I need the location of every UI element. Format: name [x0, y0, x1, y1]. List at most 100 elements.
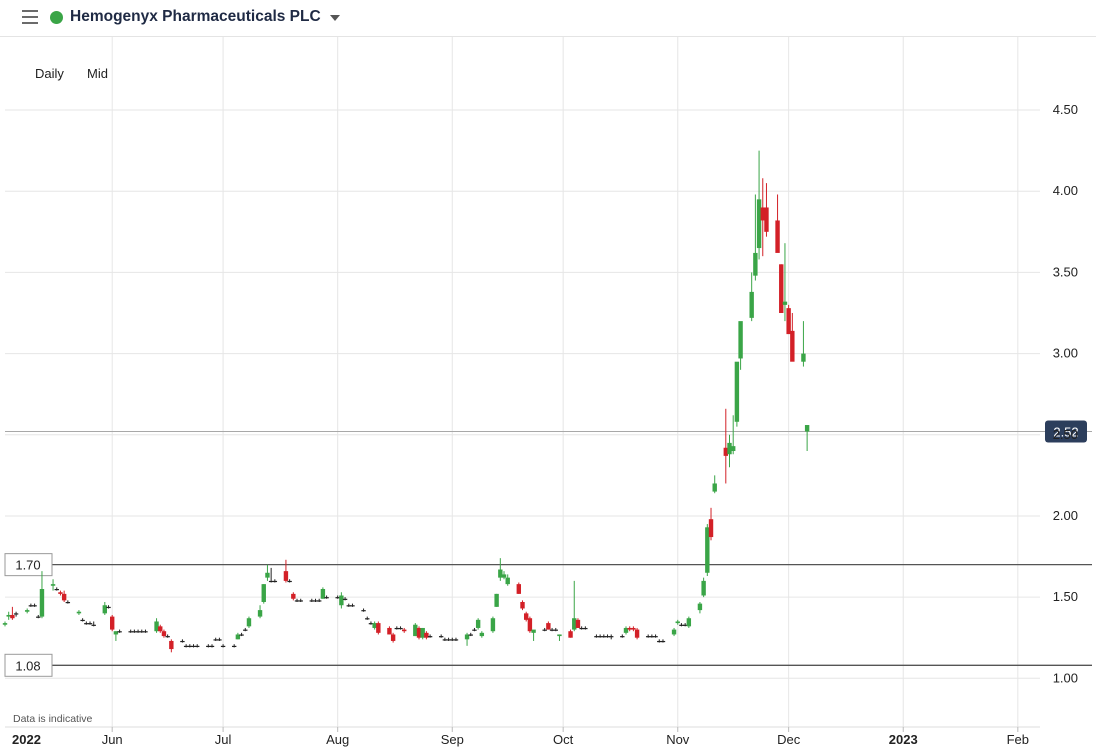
candle-body: [427, 636, 433, 638]
candle-body: [298, 600, 303, 602]
candle-body: [438, 636, 444, 638]
candle-body: [365, 618, 370, 620]
candle-body: [653, 636, 658, 638]
candle-body: [568, 631, 573, 638]
candle-body: [756, 199, 762, 249]
candle-body: [39, 589, 45, 617]
candle-body: [272, 580, 278, 583]
candle-body: [801, 353, 806, 362]
y-tick-label: 3.00: [1053, 346, 1078, 361]
candle-body: [87, 623, 93, 625]
top-bar: Hemogenyx Pharmaceuticals PLC: [0, 0, 1096, 37]
candle-body: [453, 639, 459, 641]
candle-body: [402, 629, 407, 632]
candle-body: [472, 629, 477, 631]
caret-down-icon[interactable]: [330, 15, 340, 21]
candle-body: [143, 631, 148, 633]
candle-body: [32, 605, 37, 607]
candle-body: [779, 264, 784, 313]
candle-body: [398, 627, 403, 630]
candle-body: [24, 610, 30, 612]
candle-body: [339, 595, 344, 606]
hamburger-menu-icon[interactable]: [22, 10, 38, 24]
candle-body: [575, 619, 581, 628]
candle-body: [387, 627, 392, 635]
indicative-data-note: Data is indicative: [13, 713, 93, 725]
candle-body: [91, 624, 96, 626]
candle-body: [195, 645, 200, 648]
candle-body: [660, 640, 666, 643]
candle-body: [316, 600, 322, 602]
candle-body: [165, 636, 170, 638]
candle-body: [620, 636, 625, 638]
candle-body: [712, 483, 717, 492]
y-tick-label: 2.00: [1053, 508, 1078, 523]
candle-body: [553, 629, 558, 631]
x-tick-label: Jul: [215, 732, 232, 747]
candle-body: [243, 629, 248, 631]
candle-body: [158, 626, 163, 632]
candle-body: [287, 580, 292, 583]
candle-body: [324, 597, 329, 599]
candle-body: [350, 605, 355, 607]
price-type-selector[interactable]: Mid: [87, 66, 108, 81]
candle-body: [231, 645, 237, 648]
candle-body: [753, 252, 758, 276]
candle-body: [494, 593, 499, 607]
candle-body: [161, 631, 167, 637]
candle-body: [291, 593, 296, 599]
interval-selector[interactable]: Daily: [35, 66, 64, 81]
candle-body: [782, 301, 788, 305]
candle-body: [786, 308, 791, 335]
candle-body: [708, 519, 714, 538]
candle-body: [10, 614, 15, 619]
candle-body: [50, 584, 56, 586]
candle-body: [730, 446, 736, 451]
candle-body: [65, 601, 71, 604]
candle-body: [671, 629, 677, 635]
y-tick-label: 3.50: [1053, 264, 1078, 279]
candle-body: [2, 623, 8, 625]
market-status-dot: [50, 11, 63, 24]
x-tick-label: Jun: [102, 732, 123, 747]
candle-body: [557, 634, 562, 637]
candle-body: [738, 321, 743, 359]
candle-body: [631, 627, 636, 630]
candle-body: [342, 598, 348, 600]
candle-body: [257, 610, 263, 617]
candle-body: [516, 584, 522, 594]
candle-body: [61, 593, 67, 601]
x-tick-label: 2022: [12, 732, 41, 747]
candle-body: [76, 611, 82, 614]
candle-body: [117, 631, 122, 633]
candle-body: [790, 330, 795, 362]
candle-body: [239, 634, 244, 636]
candle-body: [609, 636, 614, 638]
candle-body: [490, 618, 496, 632]
x-tick-label: Sep: [441, 732, 464, 747]
candle-body: [775, 220, 780, 253]
candle-body: [361, 610, 366, 612]
candle-body: [169, 640, 174, 650]
candle-body: [106, 606, 111, 609]
x-tick-label: Nov: [666, 732, 690, 747]
candle-body: [734, 361, 740, 422]
candle-body: [246, 618, 252, 627]
price-chart[interactable]: 1.701.082.52 4.504.003.503.002.502.001.5…: [0, 37, 1096, 753]
instrument-name[interactable]: Hemogenyx Pharmaceuticals PLC: [70, 8, 321, 26]
candle-body: [102, 605, 108, 614]
candle-body: [764, 207, 769, 232]
candle-body: [54, 589, 59, 591]
candle-body: [675, 621, 680, 624]
candle-body: [58, 592, 63, 594]
y-tick-label: 1.00: [1053, 670, 1078, 685]
level-label: 1.08: [15, 658, 40, 673]
y-tick-label: 4.00: [1053, 183, 1078, 198]
candle-body: [36, 616, 41, 618]
y-tick-label: 4.50: [1053, 102, 1078, 117]
candle-body: [80, 619, 85, 622]
candle-body: [475, 619, 481, 628]
y-tick-label: 1.50: [1053, 589, 1078, 604]
level-label: 1.70: [15, 558, 40, 573]
candle-body: [634, 629, 640, 638]
